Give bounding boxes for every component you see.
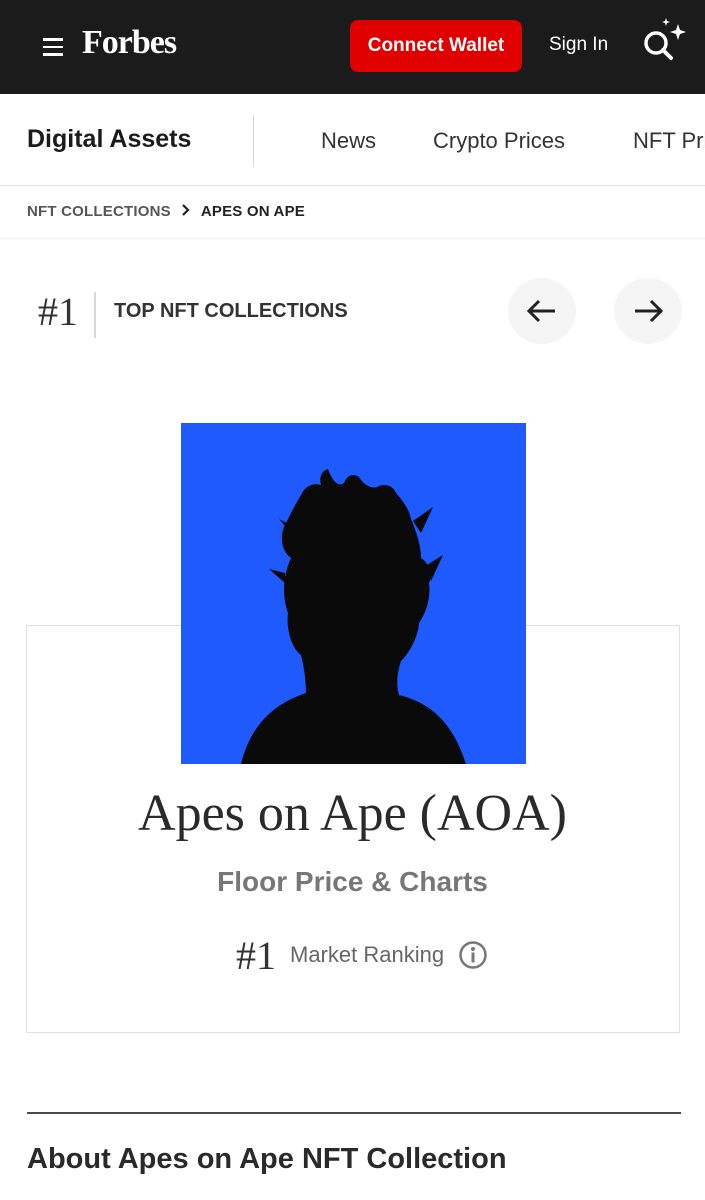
breadcrumb-nft-collections[interactable]: NFT COLLECTIONS bbox=[27, 203, 171, 220]
rank-divider bbox=[94, 292, 96, 338]
breadcrumb: NFT COLLECTIONS APES ON APE bbox=[27, 203, 305, 220]
breadcrumb-current: APES ON APE bbox=[200, 203, 305, 220]
search-icon[interactable] bbox=[638, 16, 688, 66]
previous-button[interactable] bbox=[508, 278, 576, 344]
collection-image bbox=[181, 423, 526, 764]
market-ranking: #1 Market Ranking bbox=[236, 932, 488, 978]
arrow-right-icon bbox=[635, 299, 664, 323]
section-nav: Digital Assets News Crypto Prices NFT Pr… bbox=[0, 94, 705, 186]
next-button[interactable] bbox=[614, 278, 682, 344]
nav-link-news[interactable]: News bbox=[321, 128, 376, 154]
hamburger-menu-icon[interactable] bbox=[43, 38, 63, 56]
rank-number: #1 bbox=[38, 289, 78, 334]
section-title[interactable]: Digital Assets bbox=[27, 125, 191, 154]
top-header: Forbes Connect Wallet Sign In bbox=[0, 0, 705, 94]
breadcrumb-divider bbox=[0, 238, 705, 239]
market-rank-label: Market Ranking bbox=[290, 942, 445, 967]
connect-wallet-button[interactable]: Connect Wallet bbox=[350, 20, 522, 72]
forbes-logo[interactable]: Forbes bbox=[82, 24, 177, 62]
nav-divider bbox=[253, 115, 254, 167]
about-divider bbox=[27, 1112, 681, 1114]
market-rank-number: #1 bbox=[236, 932, 276, 978]
nav-link-nft-prices[interactable]: NFT Prices bbox=[633, 128, 705, 154]
info-icon[interactable] bbox=[458, 940, 488, 970]
about-heading: About Apes on Ape NFT Collection bbox=[27, 1143, 507, 1175]
nav-link-crypto-prices[interactable]: Crypto Prices bbox=[433, 128, 565, 154]
top-collections-label: TOP NFT COLLECTIONS bbox=[114, 300, 348, 322]
arrow-left-icon bbox=[526, 299, 555, 323]
chevron-right-icon bbox=[181, 203, 191, 220]
sign-in-link[interactable]: Sign In bbox=[549, 34, 608, 56]
collection-subtitle: Floor Price & Charts bbox=[217, 866, 488, 897]
collection-title: Apes on Ape (AOA) bbox=[138, 785, 567, 842]
